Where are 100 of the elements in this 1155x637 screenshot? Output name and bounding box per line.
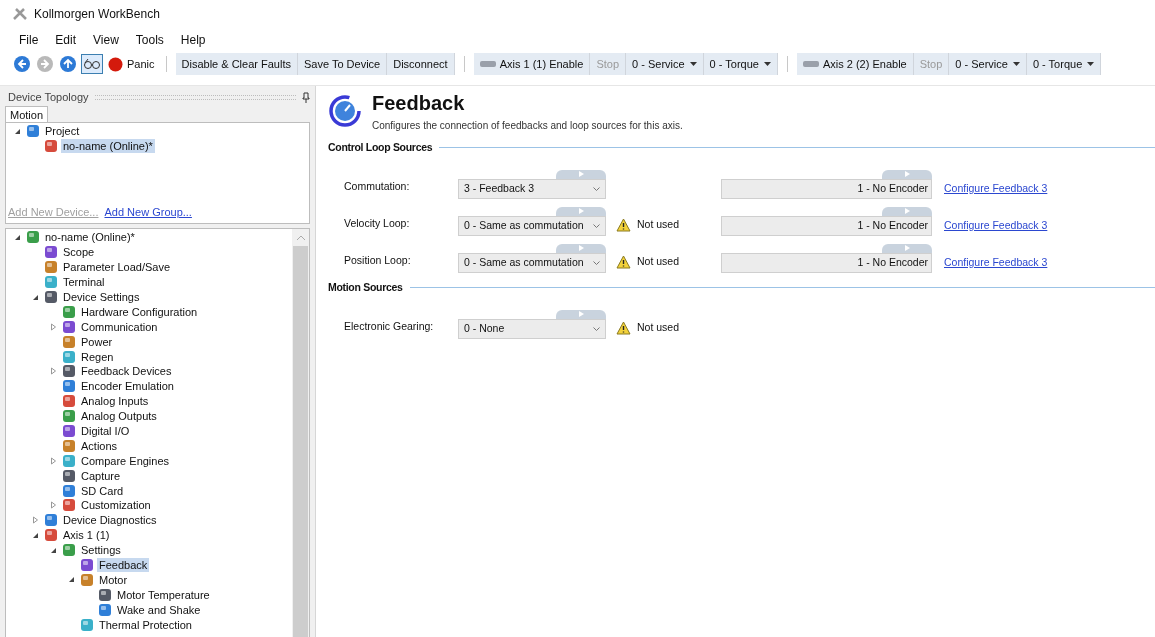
control-dropdown[interactable]: 0 - Torque xyxy=(703,53,778,75)
configure-link[interactable]: Configure Feedback 3 xyxy=(944,255,1048,273)
expand-tab[interactable] xyxy=(556,206,606,216)
glasses-toggle-button[interactable] xyxy=(81,54,103,74)
tree-item[interactable]: Regen xyxy=(79,349,116,364)
tree-item[interactable]: Capture xyxy=(79,468,123,483)
tree-item[interactable]: Project xyxy=(43,124,82,139)
tree-item[interactable]: Wake and Shake xyxy=(115,602,203,617)
axis-enable-button[interactable]: Axis 2 (2) Enable xyxy=(796,53,914,75)
expand-arrow-icon[interactable] xyxy=(48,322,59,331)
panel-tab[interactable]: Motion xyxy=(5,106,49,122)
tree-node-icon xyxy=(62,468,76,483)
menu-item[interactable]: Tools xyxy=(135,31,164,49)
tree-item[interactable]: Feedback xyxy=(97,558,150,573)
configure-link[interactable]: Configure Feedback 3 xyxy=(944,181,1048,199)
tree-item[interactable]: Customization xyxy=(79,498,153,513)
mode-dropdown[interactable]: 0 - Service xyxy=(949,53,1027,75)
tree-node-icon xyxy=(62,304,76,319)
tree-item[interactable]: no-name (Online)* xyxy=(61,139,155,154)
tree-node-icon xyxy=(62,543,76,558)
mode-dropdown[interactable]: 0 - Service xyxy=(626,53,704,75)
tree-node-icon xyxy=(98,602,112,617)
tree-item[interactable]: Axis 1 (1) xyxy=(61,528,112,543)
tree-item[interactable]: Scope xyxy=(61,245,97,260)
toolbar-button[interactable]: Disable & Clear Faults xyxy=(175,53,298,75)
tree-item[interactable]: SD Card xyxy=(79,483,126,498)
tree-node-icon xyxy=(44,260,58,275)
play-arrow-icon xyxy=(578,171,584,178)
control-dropdown[interactable]: 0 - Torque xyxy=(1026,53,1102,75)
tree-item[interactable]: Power xyxy=(79,334,115,349)
tree-item[interactable]: Encoder Emulation xyxy=(79,379,176,394)
scrollbar[interactable] xyxy=(292,229,309,637)
play-arrow-icon xyxy=(578,208,584,215)
expand-arrow-icon[interactable] xyxy=(48,501,59,510)
tree-node-icon xyxy=(62,424,76,438)
caret-icon xyxy=(763,62,771,66)
panic-button[interactable]: Panic xyxy=(106,53,157,75)
tree-node-icon xyxy=(44,528,58,543)
expand-arrow-icon[interactable] xyxy=(48,367,59,376)
tree-item[interactable]: Terminal xyxy=(61,275,107,290)
tree-item[interactable]: Settings xyxy=(79,543,123,558)
tree-node-icon xyxy=(62,498,76,513)
tree-item[interactable]: Actions xyxy=(79,438,120,453)
source-dropdown[interactable]: 3 - Feedback 3 xyxy=(458,178,606,199)
chevron-down-icon xyxy=(593,326,600,331)
scroll-up-icon[interactable] xyxy=(296,235,305,240)
play-arrow-icon xyxy=(578,311,584,317)
chevron-down-icon xyxy=(593,223,600,228)
tree-item[interactable]: Thermal Protection xyxy=(97,617,194,632)
warning-text: Not used xyxy=(637,254,680,269)
tree-item[interactable]: Compare Engines xyxy=(79,453,172,468)
expand-tab[interactable] xyxy=(556,169,606,179)
tree-node-icon xyxy=(44,513,58,528)
tree-node-icon xyxy=(98,587,112,602)
expand-tab[interactable] xyxy=(882,206,932,216)
source-dropdown[interactable]: 0 - Same as commutation xyxy=(458,215,606,236)
tree-node-icon xyxy=(62,453,76,468)
source-dropdown[interactable]: 0 - Same as commutation xyxy=(458,252,606,273)
menu-item[interactable]: Help xyxy=(180,31,206,49)
tree-item[interactable]: Digital I/O xyxy=(79,424,132,438)
add-link[interactable]: Add New Group... xyxy=(104,203,192,220)
expand-tab[interactable] xyxy=(882,243,932,253)
tree-item[interactable]: Feedback Devices xyxy=(79,364,174,379)
tree-item[interactable]: Analog Inputs xyxy=(79,394,151,409)
expand-tab[interactable] xyxy=(556,243,606,253)
tree-item[interactable]: Hardware Configuration xyxy=(79,304,200,319)
tree-item[interactable]: no-name (Online)* xyxy=(43,230,137,245)
tree-item[interactable]: Parameter Load/Save xyxy=(61,260,172,275)
tree-node-icon xyxy=(44,290,58,304)
expand-tab[interactable] xyxy=(882,169,932,179)
up-arrow-icon[interactable] xyxy=(58,54,78,74)
tree-item[interactable]: Analog Outputs xyxy=(79,409,159,424)
expand-tab[interactable] xyxy=(556,309,606,319)
toolbar-button[interactable]: Disconnect xyxy=(387,53,455,75)
chevron-down-icon xyxy=(593,260,600,265)
configure-link[interactable]: Configure Feedback 3 xyxy=(944,218,1048,236)
menu-item[interactable]: File xyxy=(19,31,39,49)
source-dropdown[interactable]: 0 - None xyxy=(458,318,606,339)
encoder-field: 1 - No Encoder xyxy=(721,252,932,273)
caret-icon xyxy=(1012,62,1020,66)
stop-circle-icon xyxy=(108,56,123,72)
field-label: Velocity Loop: xyxy=(344,216,411,231)
page-description: Configures the connection of feedbacks and loop sources for this axis. xyxy=(372,119,683,133)
tree-item[interactable]: Device Settings xyxy=(61,290,142,304)
back-arrow-icon[interactable] xyxy=(12,54,32,74)
tree-node-icon xyxy=(80,617,94,632)
expand-arrow-icon[interactable] xyxy=(30,516,41,525)
page-title: Feedback xyxy=(372,91,466,116)
menu-item[interactable]: Edit xyxy=(55,31,77,49)
axis-enable-button[interactable]: Axis 1 (1) Enable xyxy=(473,53,591,75)
pin-icon[interactable] xyxy=(302,91,310,103)
axis-icon xyxy=(802,60,819,68)
tree-item[interactable]: Motor Temperature xyxy=(115,587,212,602)
tree-item[interactable]: Motor xyxy=(97,572,130,587)
toolbar-button[interactable]: Save To Device xyxy=(297,53,388,75)
tree-item[interactable]: Device Diagnostics xyxy=(61,513,159,528)
menu-item[interactable]: View xyxy=(93,31,119,49)
caret-icon xyxy=(689,62,697,66)
expand-arrow-icon[interactable] xyxy=(48,456,59,465)
tree-item[interactable]: Communication xyxy=(79,319,160,334)
